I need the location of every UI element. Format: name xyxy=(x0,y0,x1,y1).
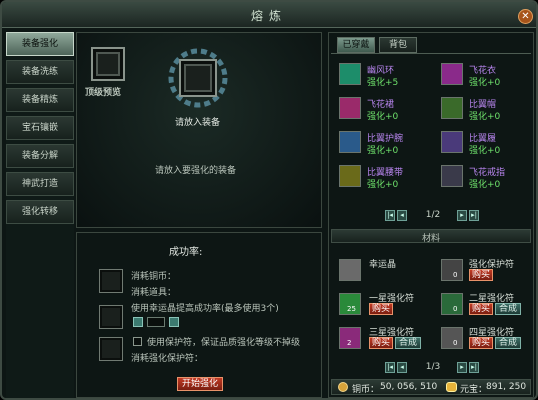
material-name: 幸运晶 xyxy=(369,260,397,270)
material-count: 2 xyxy=(347,339,352,347)
yuanbao-label: 元宝： xyxy=(460,385,488,395)
enhance-hint: 请放入要强化的装备 xyxy=(155,166,237,176)
sidebar-item-transfer[interactable]: 强化转移 xyxy=(6,200,74,224)
cost-copper-label: 消耗铜币： xyxy=(131,272,177,282)
last-page-icon[interactable]: ▸| xyxy=(469,362,479,373)
item-value: 强化+0 xyxy=(469,180,501,190)
material-count: 0 xyxy=(453,339,458,347)
copper-coin-icon xyxy=(338,382,348,392)
material-icon[interactable] xyxy=(441,259,463,281)
buy-button[interactable]: 购买 xyxy=(469,337,493,349)
yuanbao-value: 891, 250 xyxy=(486,382,527,392)
material-count: 0 xyxy=(453,271,458,279)
item-icon[interactable] xyxy=(339,97,361,119)
materials-header: 材料 xyxy=(331,229,531,244)
sidebar-item-forge-weapon[interactable]: 神武打造 xyxy=(6,172,74,196)
forge-window: 熔炼 ✕ 装备强化 装备洗练 装备精炼 宝石镶嵌 装备分解 神武打造 强化转移 … xyxy=(0,0,538,400)
prev-page-icon[interactable]: ◂ xyxy=(397,362,407,373)
copper-label: 铜币： xyxy=(352,385,380,395)
yuanbao-icon xyxy=(446,382,457,392)
next-page-icon[interactable]: ▸ xyxy=(457,210,467,221)
material-icon[interactable] xyxy=(441,327,463,349)
item-icon[interactable] xyxy=(339,165,361,187)
lucky-plus-button[interactable] xyxy=(169,317,179,327)
buy-button[interactable]: 购买 xyxy=(469,303,493,315)
lucky-crystal-slot[interactable] xyxy=(99,305,123,329)
compose-button[interactable]: 合成 xyxy=(395,337,421,349)
protect-checkbox[interactable] xyxy=(133,337,142,346)
tab-equipped[interactable]: 已穿戴 xyxy=(337,37,375,53)
buy-button[interactable]: 购买 xyxy=(369,303,393,315)
success-panel: 成功率: 消耗铜币： 消耗道具： 使用幸运晶提高成功率(最多使用3个) 使用保护… xyxy=(76,232,322,398)
item-value: 强化+0 xyxy=(469,78,501,88)
copper-value: 50, 056, 510 xyxy=(380,382,438,392)
item-icon[interactable] xyxy=(441,97,463,119)
sidebar-item-dismantle[interactable]: 装备分解 xyxy=(6,144,74,168)
item-icon[interactable] xyxy=(441,165,463,187)
tab-bag[interactable]: 背包 xyxy=(379,37,417,53)
sidebar-item-wash[interactable]: 装备洗练 xyxy=(6,60,74,84)
sidebar: 装备强化 装备洗练 装备精炼 宝石镶嵌 装备分解 神武打造 强化转移 xyxy=(6,32,74,398)
sidebar-item-gem[interactable]: 宝石镶嵌 xyxy=(6,116,74,140)
materials-title: 材料 xyxy=(422,234,441,244)
enhance-panel: 顶级预览 请放入装备 请放入要强化的装备 xyxy=(76,32,322,228)
item-icon[interactable] xyxy=(339,63,361,85)
page-indicator: 1/2 xyxy=(425,210,441,220)
close-icon[interactable]: ✕ xyxy=(518,9,533,24)
tab-divider xyxy=(331,53,531,54)
item-value: 强化+0 xyxy=(469,112,501,122)
item-icon[interactable] xyxy=(441,63,463,85)
page-indicator: 1/3 xyxy=(425,362,441,372)
first-page-icon[interactable]: |◂ xyxy=(385,210,395,221)
next-page-icon[interactable]: ▸ xyxy=(457,362,467,373)
sidebar-item-enhance[interactable]: 装备强化 xyxy=(6,32,74,56)
equipment-slot[interactable] xyxy=(179,59,217,97)
item-value: 强化+0 xyxy=(469,146,501,156)
compose-button[interactable]: 合成 xyxy=(495,337,521,349)
material-icon[interactable] xyxy=(339,259,361,281)
protect-cost-label: 消耗强化保护符： xyxy=(131,354,204,364)
preview-slot[interactable] xyxy=(91,47,125,81)
equipment-slot-label: 请放入装备 xyxy=(175,118,221,128)
wallet-bar: 铜币： 50, 056, 510 元宝： 891, 250 xyxy=(331,379,531,395)
title-bar: 熔炼 ✕ xyxy=(2,2,536,28)
materials-pager: |◂ ◂ 1/3 ▸ ▸| xyxy=(385,362,481,376)
cost-item-label: 消耗道具： xyxy=(131,288,177,298)
protect-slot[interactable] xyxy=(99,337,123,361)
buy-button[interactable]: 购买 xyxy=(369,337,393,349)
item-icon[interactable] xyxy=(441,131,463,153)
equipment-pager: |◂ ◂ 1/2 ▸ ▸| xyxy=(385,210,481,224)
window-title: 熔炼 xyxy=(250,9,287,23)
lucky-count-input[interactable] xyxy=(147,317,165,327)
sidebar-item-refine[interactable]: 装备精炼 xyxy=(6,88,74,112)
preview-label: 顶级预览 xyxy=(85,88,122,98)
lucky-minus-button[interactable] xyxy=(133,317,143,327)
buy-button[interactable]: 购买 xyxy=(469,269,493,281)
item-value: 强化+5 xyxy=(367,78,399,88)
item-value: 强化+0 xyxy=(367,146,399,156)
material-count: 25 xyxy=(347,305,356,313)
item-icon[interactable] xyxy=(339,131,361,153)
success-rate-label: 成功率: xyxy=(169,247,203,258)
compose-button[interactable]: 合成 xyxy=(495,303,521,315)
last-page-icon[interactable]: ▸| xyxy=(469,210,479,221)
equipment-panel: 已穿戴 背包 幽风环 强化+5 飞花衣 强化+0 飞花裙 强化+0 比翼帽 强化… xyxy=(328,32,534,398)
first-page-icon[interactable]: |◂ xyxy=(385,362,395,373)
lucky-desc: 使用幸运晶提高成功率(最多使用3个) xyxy=(131,304,279,314)
item-value: 强化+0 xyxy=(367,112,399,122)
prev-page-icon[interactable]: ◂ xyxy=(397,210,407,221)
start-enhance-button[interactable]: 开始强化 xyxy=(177,377,223,391)
material-count: 0 xyxy=(453,305,458,313)
copper-cost-slot xyxy=(99,269,123,293)
material-icon[interactable] xyxy=(441,293,463,315)
item-value: 强化+0 xyxy=(367,180,399,190)
protect-desc: 使用保护符，保证品质强化等级不掉级 xyxy=(147,338,301,348)
